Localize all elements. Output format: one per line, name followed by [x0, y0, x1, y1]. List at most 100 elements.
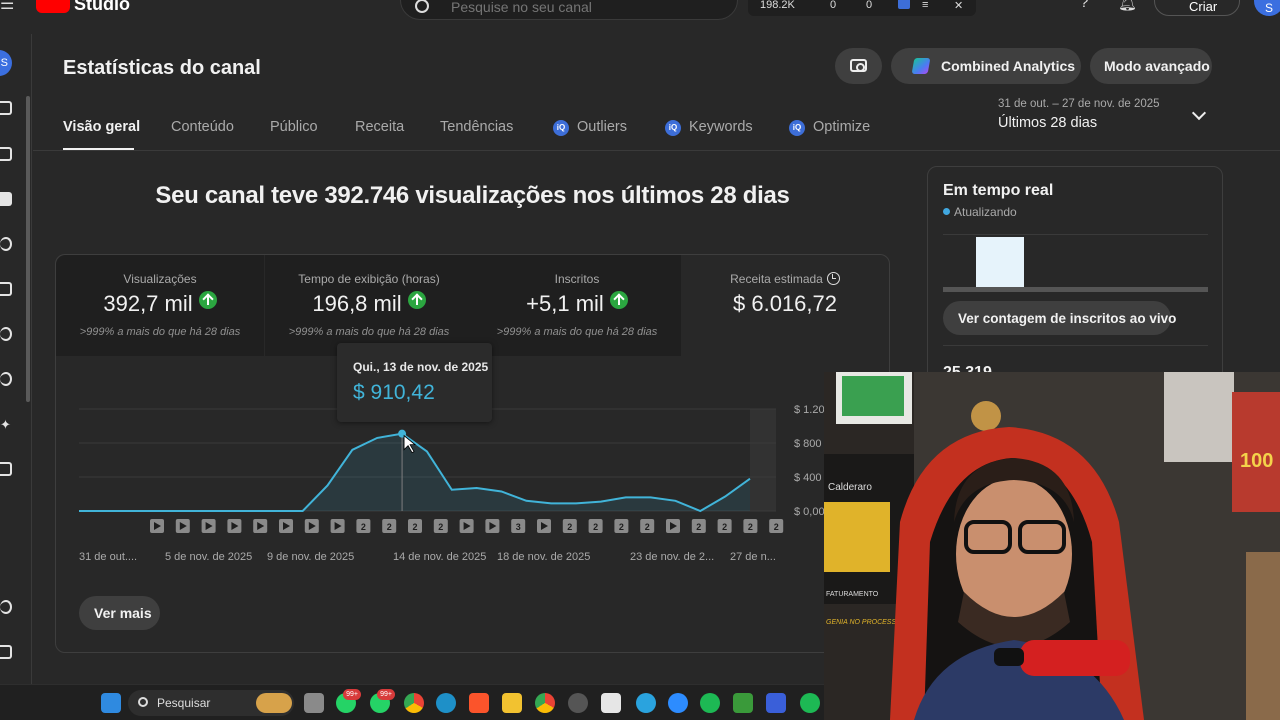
channel-avatar[interactable]: S	[0, 50, 12, 76]
sign-text-2: GENIA NO PROCESSO	[826, 619, 902, 626]
data-point[interactable]	[349, 447, 355, 453]
tab-optimize[interactable]: iQ Optimize	[789, 119, 870, 136]
audio-library-icon[interactable]	[0, 462, 12, 476]
tab-outliers[interactable]: iQ Outliers	[553, 119, 627, 136]
search-icon	[415, 0, 429, 13]
top-bar: ☰ Studio 198.2K 0 0 ≡ ✕ ? 🔔︎ Criar S	[0, 0, 1280, 22]
account-avatar[interactable]: S	[1254, 0, 1280, 16]
tool-icon[interactable]	[568, 693, 588, 713]
community-icon[interactable]	[0, 237, 12, 251]
see-more-button[interactable]: Ver mais	[79, 596, 160, 630]
data-point[interactable]	[151, 508, 157, 514]
data-point[interactable]	[424, 449, 430, 455]
tab-keywords[interactable]: iQ Keywords	[665, 119, 753, 136]
data-point[interactable]	[449, 487, 455, 493]
tab-publico[interactable]: Público	[270, 119, 318, 135]
screenshot-button[interactable]	[835, 48, 882, 84]
chrome-profile-icon[interactable]	[535, 693, 555, 713]
data-point[interactable]	[697, 508, 703, 514]
create-button[interactable]: Criar	[1154, 0, 1240, 16]
video-count-label: 2	[645, 522, 650, 532]
data-point[interactable]	[101, 508, 107, 514]
data-point[interactable]	[200, 508, 206, 514]
youtube-logo-icon[interactable]	[36, 0, 70, 13]
data-point[interactable]	[498, 488, 504, 494]
video-count-label: 2	[696, 522, 701, 532]
date-range-picker[interactable]: 31 de out. – 27 de nov. de 2025 Últimos …	[998, 98, 1160, 131]
data-point[interactable]	[523, 498, 529, 504]
data-point[interactable]	[548, 500, 554, 506]
feedback-icon[interactable]	[0, 645, 12, 659]
channel-stats-widget[interactable]: 198.2K 0 0 ≡ ✕	[748, 0, 976, 16]
data-point[interactable]	[325, 483, 331, 489]
metric-views[interactable]: Visualizações 392,7 mil >999% a mais do …	[56, 255, 264, 356]
chrome-icon[interactable]	[404, 693, 424, 713]
live-subscriber-count-button[interactable]: Ver contagem de inscritos ao vivo	[943, 301, 1176, 335]
data-point[interactable]	[300, 508, 306, 514]
zoom-icon[interactable]	[668, 693, 688, 713]
tab-keywords-label: Keywords	[689, 119, 753, 135]
task-view-icon[interactable]	[304, 693, 324, 713]
dashboard-icon[interactable]	[0, 101, 12, 115]
date-range-dates: 31 de out. – 27 de nov. de 2025	[998, 98, 1160, 110]
sidebar-scrollbar[interactable]	[26, 96, 30, 402]
extension-icon[interactable]	[898, 0, 910, 9]
data-point[interactable]	[722, 494, 728, 500]
help-icon[interactable]: ?	[1080, 0, 1088, 11]
channel-search-box[interactable]	[400, 0, 738, 20]
data-point[interactable]	[648, 494, 654, 500]
data-point[interactable]	[474, 485, 480, 491]
data-point[interactable]	[126, 508, 132, 514]
settings-gear-icon[interactable]	[0, 600, 12, 614]
data-point[interactable]	[76, 508, 82, 514]
capcut-icon[interactable]	[766, 693, 786, 713]
list-icon[interactable]: ≡	[922, 0, 928, 11]
tab-visao-geral[interactable]: Visão geral	[63, 119, 140, 135]
subtitles-icon[interactable]	[0, 282, 12, 296]
analytics-icon[interactable]	[0, 192, 12, 206]
windows-start-icon[interactable]	[101, 693, 121, 713]
customization-icon[interactable]: ✦	[0, 417, 12, 432]
close-icon[interactable]: ✕	[954, 0, 963, 12]
earn-icon[interactable]	[0, 372, 12, 386]
tooltip-value: $ 910,42	[353, 381, 435, 404]
content-icon[interactable]	[0, 147, 12, 161]
data-point[interactable]	[598, 499, 604, 505]
brave-icon[interactable]	[469, 693, 489, 713]
copyright-icon[interactable]	[0, 327, 12, 341]
metric-label: Tempo de exibição (horas)	[298, 272, 440, 286]
data-point[interactable]	[225, 508, 231, 514]
data-point[interactable]	[672, 498, 678, 504]
data-point[interactable]	[573, 500, 579, 506]
data-point[interactable]	[250, 508, 256, 514]
hamburger-menu-icon[interactable]: ☰	[0, 0, 14, 14]
tab-tendencias[interactable]: Tendências	[440, 119, 513, 135]
spotify-icon[interactable]	[800, 693, 820, 713]
realtime-bar[interactable]	[976, 237, 1024, 287]
data-point[interactable]	[374, 435, 380, 441]
tab-receita[interactable]: Receita	[355, 119, 404, 135]
chevron-down-icon[interactable]	[1191, 105, 1207, 121]
data-point[interactable]	[747, 476, 753, 482]
metric-watch-time[interactable]: Tempo de exibição (horas) 196,8 mil >999…	[265, 255, 473, 356]
edge-icon[interactable]	[436, 693, 456, 713]
advanced-mode-button[interactable]: Modo avançado	[1090, 48, 1212, 84]
tab-conteudo[interactable]: Conteúdo	[171, 119, 234, 135]
file-explorer-icon[interactable]	[502, 693, 522, 713]
combined-analytics-button[interactable]: Combined Analytics	[891, 48, 1081, 84]
app-icon[interactable]	[700, 693, 720, 713]
metric-revenue[interactable]: Receita estimada $ 6.016,72	[681, 255, 889, 356]
metric-subscribers[interactable]: Inscritos +5,1 mil >999% a mais do que h…	[473, 255, 681, 356]
taskbar-search-label: Pesquisar	[157, 696, 211, 710]
data-point[interactable]	[275, 508, 281, 514]
telegram-icon[interactable]	[636, 693, 656, 713]
tab-optimize-label: Optimize	[813, 119, 871, 135]
sheets-icon[interactable]	[733, 693, 753, 713]
notifications-bell-icon[interactable]: 🔔︎	[1118, 0, 1137, 12]
data-point[interactable]	[623, 494, 629, 500]
data-point[interactable]	[175, 508, 181, 514]
notepad-icon[interactable]	[601, 693, 621, 713]
metric-label: Receita estimada	[681, 272, 889, 286]
see-more-label: Ver mais	[94, 605, 152, 621]
search-input[interactable]	[451, 0, 721, 15]
